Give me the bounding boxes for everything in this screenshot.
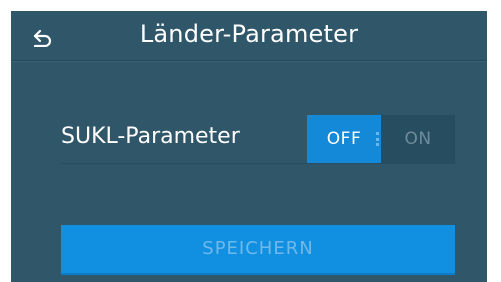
toggle-off-label: OFF xyxy=(326,129,362,149)
page-title: Länder-Parameter xyxy=(139,20,359,48)
toggle-option-off[interactable]: OFF xyxy=(307,115,381,163)
header-bar: Länder-Parameter xyxy=(11,11,487,61)
setting-row-sukl: SUKL-Parameter OFF ON xyxy=(61,111,456,164)
toggle-on-label: ON xyxy=(404,129,432,149)
setting-label: SUKL-Parameter xyxy=(61,124,240,149)
back-arrow-icon xyxy=(31,23,53,47)
off-on-toggle[interactable]: OFF ON xyxy=(307,115,455,163)
toggle-grip-icon xyxy=(376,132,379,146)
back-button[interactable] xyxy=(27,21,57,49)
save-button[interactable]: SPEICHERN xyxy=(61,225,455,275)
app-screen: Länder-Parameter SUKL-Parameter OFF ON S… xyxy=(11,11,487,282)
toggle-option-on[interactable]: ON xyxy=(381,115,455,163)
